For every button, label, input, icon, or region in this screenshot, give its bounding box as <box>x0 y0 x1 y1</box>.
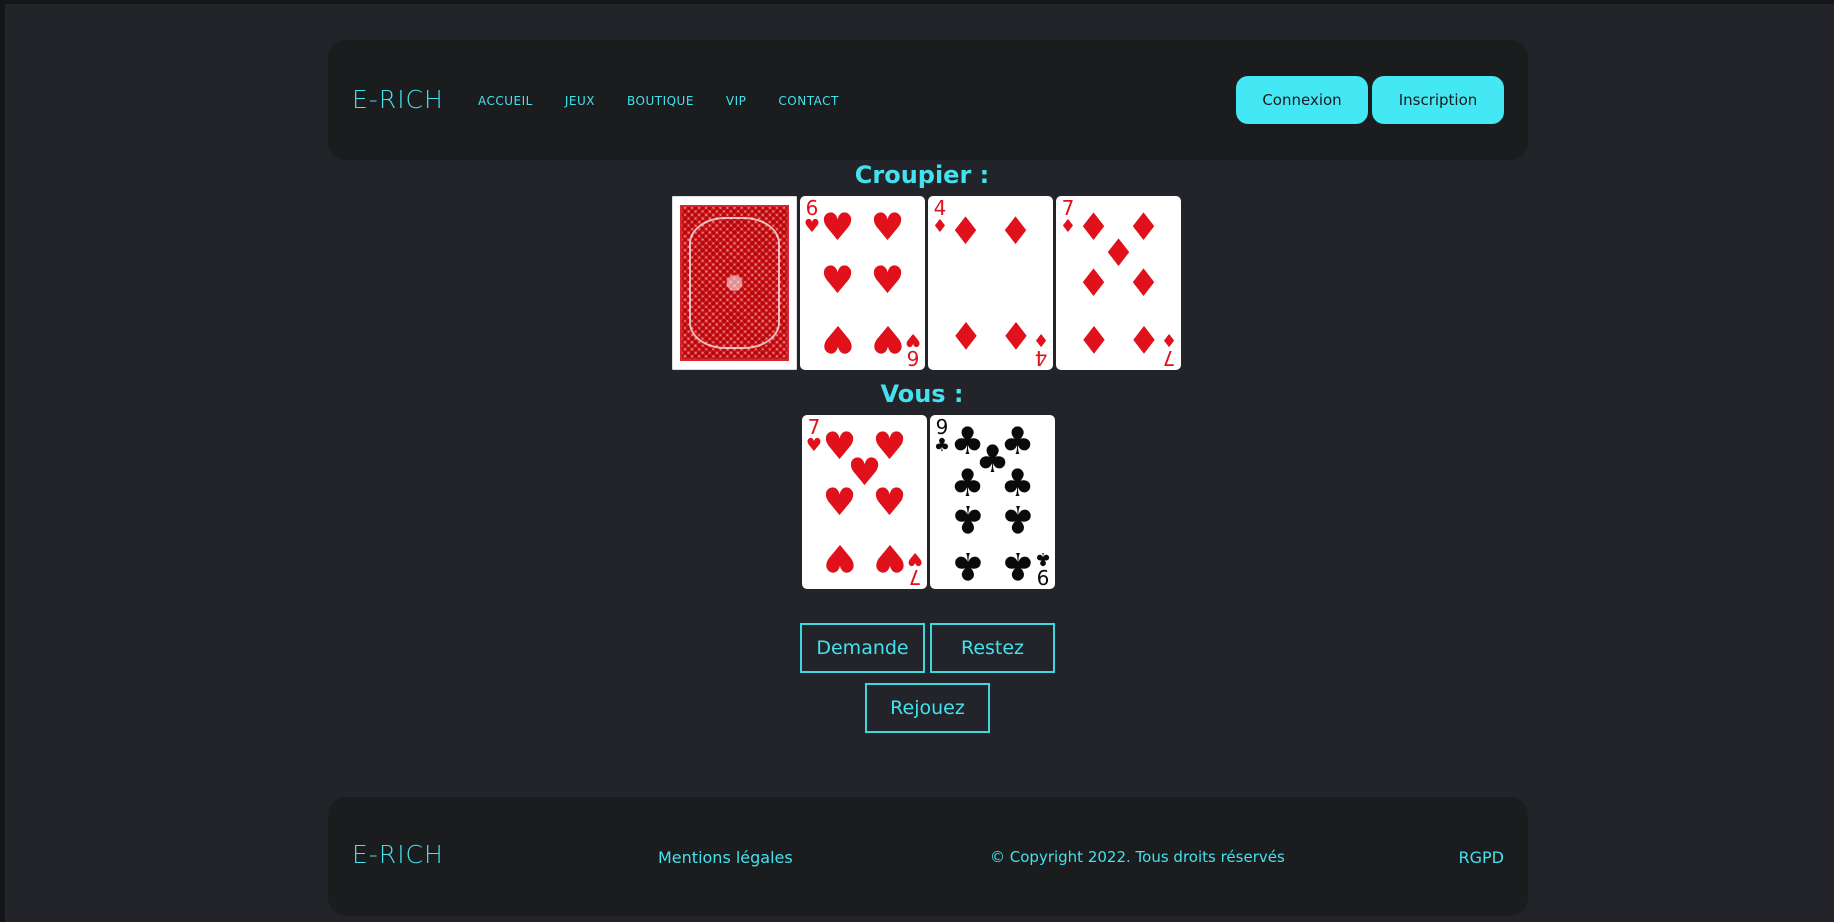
main-nav: ACCUEIL JEUX BOUTIQUE VIP CONTACT <box>478 94 839 108</box>
card-pip-icon: ♥ <box>870 316 905 361</box>
nav-jeux[interactable]: JEUX <box>565 94 595 108</box>
player-title: Vous : <box>880 380 964 408</box>
card-back <box>672 196 797 370</box>
card-pip-icon: ♥ <box>820 257 855 302</box>
copyright-text: © Copyright 2022. Tous droits réservés <box>990 848 1285 866</box>
card-pip-icon: ♥ <box>820 205 855 250</box>
card-pip-icon: ♥ <box>872 480 907 524</box>
playing-card: 9 ♣ 9 ♣ ♣ ♣ ♣ ♣ ♣ ♣ ♣ ♣ ♣ <box>930 415 1055 589</box>
site-header: E-RICH ACCUEIL JEUX BOUTIQUE VIP CONTACT… <box>328 40 1528 160</box>
nav-boutique[interactable]: BOUTIQUE <box>627 94 694 108</box>
card-pip-icon: ♥ <box>870 205 905 250</box>
replay-button[interactable]: Rejouez <box>865 683 990 733</box>
signup-button[interactable]: Inscription <box>1372 76 1504 124</box>
card-pip-icon: ♥ <box>870 257 905 302</box>
playing-card: 4 ♦ 4 ♦ ♦ ♦ ♦ ♦ <box>928 196 1053 370</box>
card-pip-icon: ♦ <box>998 208 1033 253</box>
card-pip-icon: ♣ <box>950 497 985 542</box>
rgpd-link[interactable]: RGPD <box>1459 848 1504 867</box>
player-hand: 7 ♥ 7 ♥ ♥ ♥ ♥ ♥ ♥ ♥ ♥ 9 ♣ 9 ♣ ♣ ♣ ♣ ♣ ♣ ♣ ♣ ♣ ♣ <box>802 415 1055 589</box>
playing-card: 7 ♦ 7 ♦ ♦ ♦ ♦ ♦ ♦ ♦ ♦ <box>1056 196 1181 370</box>
card-pip-icon: ♥ <box>822 480 857 524</box>
card-pip-icon: ♣ <box>950 544 985 589</box>
nav-vip[interactable]: VIP <box>726 94 746 108</box>
playing-card: 6 ♥ 6 ♥ ♥ ♥ ♥ ♥ ♥ ♥ <box>800 196 925 370</box>
card-pip-icon: ♣ <box>1000 544 1035 589</box>
card-pip-icon: ♦ <box>1126 261 1161 305</box>
card-pip-icon: ♥ <box>822 535 857 580</box>
site-footer: E-RICH Mentions légales © Copyright 2022… <box>328 797 1528 916</box>
card-pip-icon: ♣ <box>1000 497 1035 542</box>
footer-logo[interactable]: E-RICH <box>352 840 444 869</box>
card-pip-icon: ♦ <box>1076 316 1111 361</box>
dealer-hand: 6 ♥ 6 ♥ ♥ ♥ ♥ ♥ ♥ ♥ 4 ♦ 4 ♦ ♦ ♦ ♦ ♦ 7 ♦ 7 ♦ ♦ ♦ ♦ ♦ ♦ ♦ ♦ <box>672 196 1181 370</box>
card-pip-icon: ♦ <box>998 313 1033 358</box>
card-pip-icon: ♦ <box>948 208 983 253</box>
card-back-frame <box>689 217 780 349</box>
card-pip-icon: ♦ <box>1076 261 1111 305</box>
stand-button[interactable]: Restez <box>930 623 1055 673</box>
login-button[interactable]: Connexion <box>1236 76 1368 124</box>
nav-accueil[interactable]: ACCUEIL <box>478 94 533 108</box>
card-pip-icon: ♥ <box>872 535 907 580</box>
hit-button[interactable]: Demande <box>800 623 925 673</box>
card-pip-icon: ♦ <box>948 313 983 358</box>
card-pip-icon: ♦ <box>1126 316 1161 361</box>
dealer-title: Croupier : <box>854 161 990 189</box>
card-pip-icon: ♥ <box>820 316 855 361</box>
legal-notice-link[interactable]: Mentions légales <box>658 848 793 867</box>
site-logo[interactable]: E-RICH <box>352 85 444 114</box>
playing-card: 7 ♥ 7 ♥ ♥ ♥ ♥ ♥ ♥ ♥ ♥ <box>802 415 927 589</box>
nav-contact[interactable]: CONTACT <box>778 94 838 108</box>
